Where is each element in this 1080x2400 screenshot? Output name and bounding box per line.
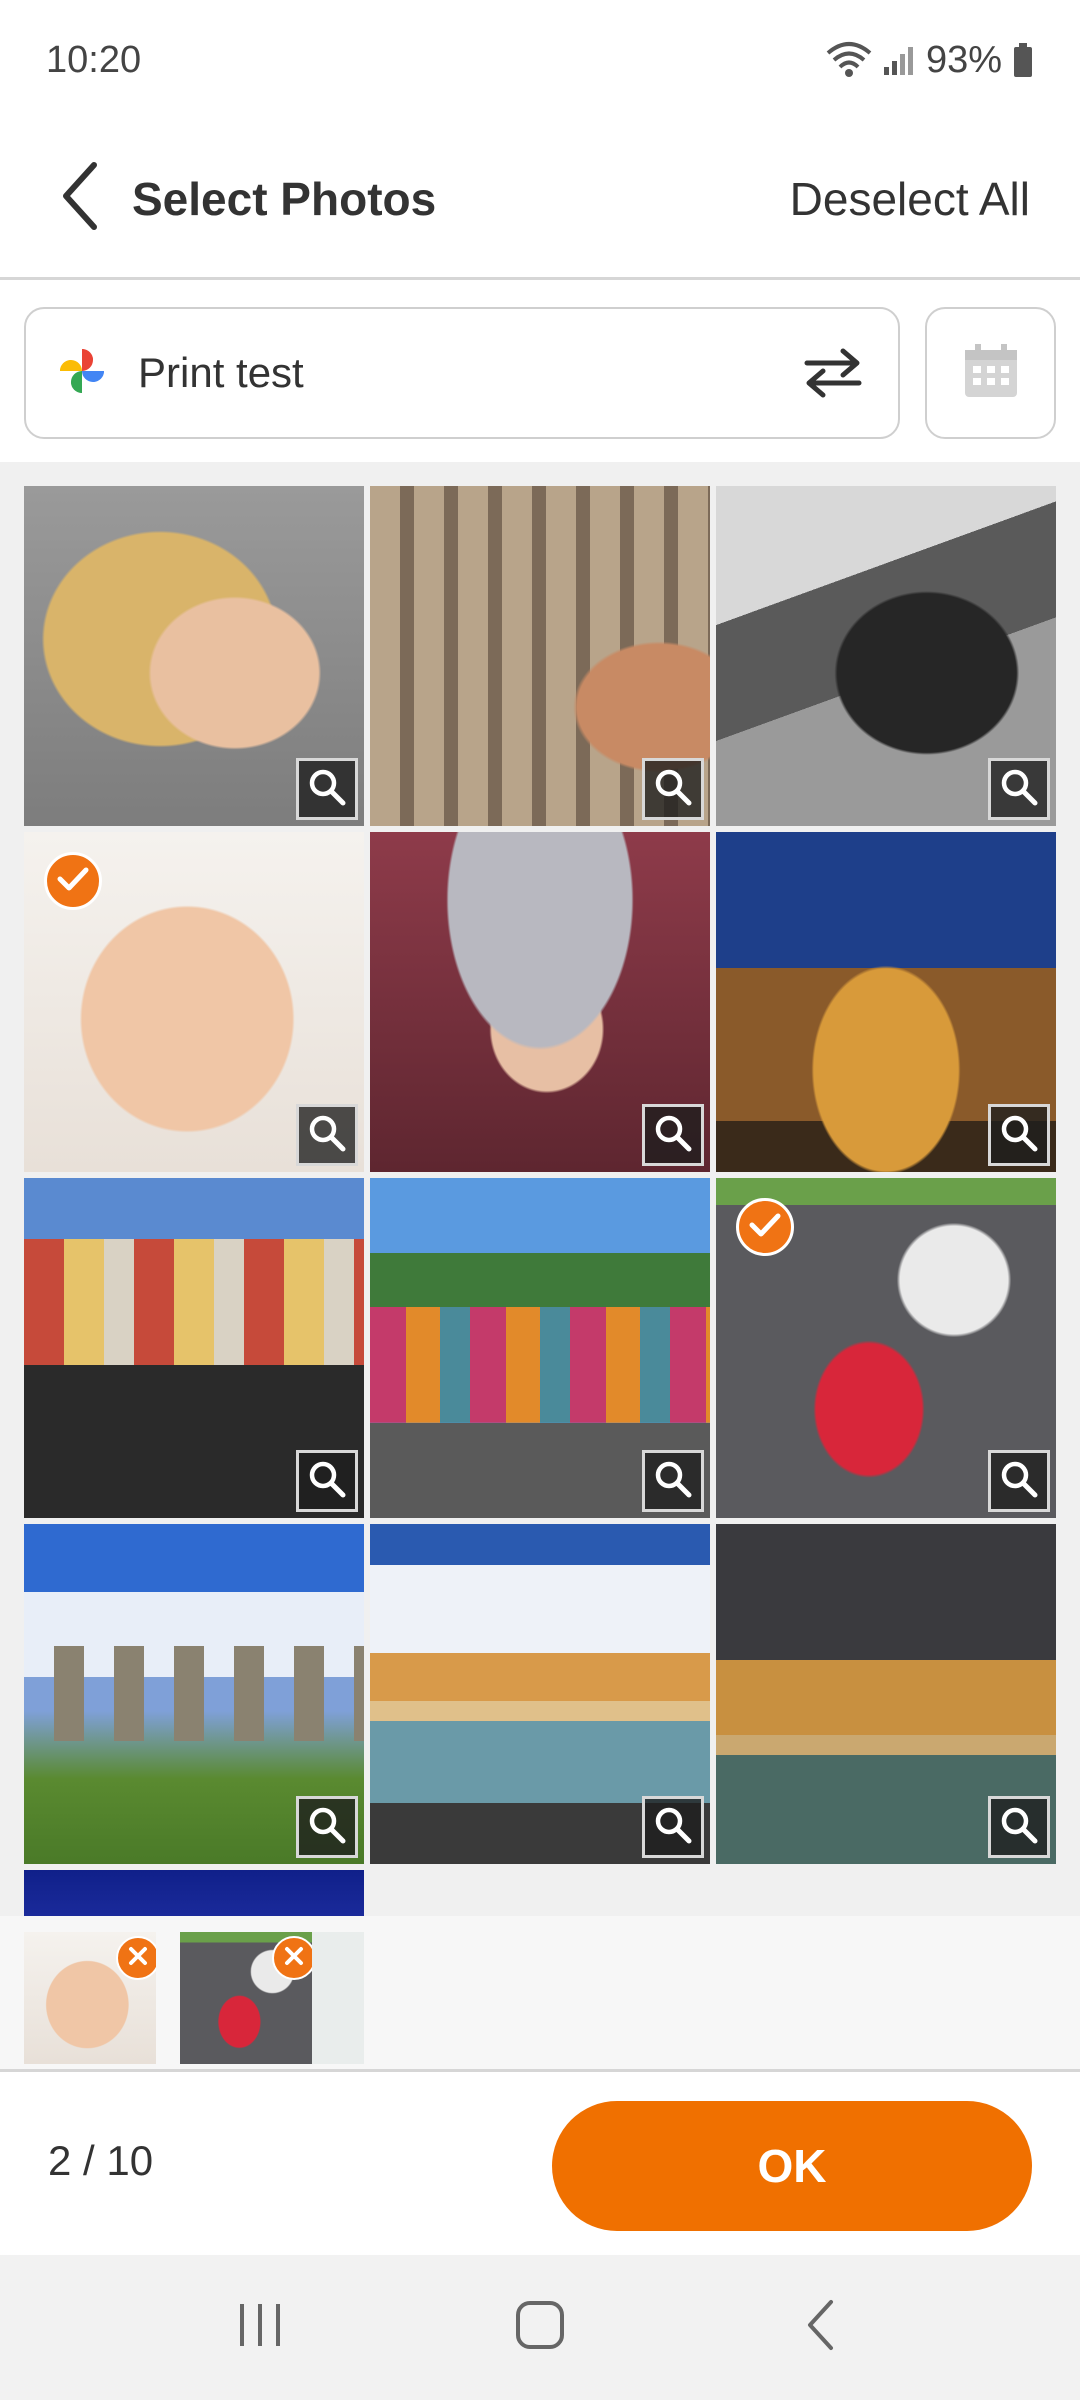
photo-tile-woman-in-hat[interactable] (370, 832, 710, 1172)
chevron-left-icon (805, 2299, 835, 2356)
selected-thumb-motorcycle-race[interactable] (180, 1932, 312, 2064)
album-selector[interactable]: Print test (24, 307, 900, 439)
ok-button[interactable]: OK (552, 2101, 1032, 2231)
app-header: Select Photos Deselect All (0, 120, 1080, 280)
deselect-all-button[interactable]: Deselect All (790, 172, 1030, 226)
selected-check-badge (44, 852, 102, 910)
calendar-button[interactable] (925, 307, 1056, 439)
battery-icon (1012, 42, 1034, 78)
wifi-icon (826, 41, 872, 79)
remove-selection-button[interactable] (116, 1936, 156, 1980)
zoom-button[interactable] (642, 1796, 704, 1858)
status-bar: 10:20 93% (0, 0, 1080, 120)
photo-tile-lit-palace[interactable] (716, 832, 1056, 1172)
magnifier-icon (653, 1459, 693, 1504)
photo-tile-steam-train[interactable] (716, 486, 1056, 826)
footer-bar: 2 / 10 OK (0, 2075, 1080, 2255)
zoom-button[interactable] (988, 758, 1050, 820)
zoom-button[interactable] (296, 1104, 358, 1166)
chevron-left-icon (60, 161, 100, 236)
zoom-button[interactable] (642, 758, 704, 820)
photo-tile-harbor-houses[interactable] (24, 1178, 364, 1518)
back-button[interactable] (30, 139, 130, 259)
home-button[interactable] (480, 2278, 600, 2378)
selected-thumb-baby-face[interactable] (24, 1932, 156, 2064)
photo-tile-partial[interactable] (24, 1870, 364, 1916)
photo-tile-beach-cliff-stormy[interactable] (716, 1524, 1056, 1864)
selection-count: 2 / 10 (48, 2137, 154, 2184)
zoom-button[interactable] (988, 1104, 1050, 1166)
zoom-button[interactable] (642, 1104, 704, 1166)
zoom-button[interactable] (988, 1450, 1050, 1512)
magnifier-icon (307, 1805, 347, 1850)
magnifier-icon (307, 767, 347, 812)
close-icon (127, 1945, 149, 1972)
photo-tile-stonehenge[interactable] (24, 1524, 364, 1864)
magnifier-icon (653, 1805, 693, 1850)
swap-arrows-icon[interactable] (798, 338, 868, 408)
photo-grid (0, 462, 1080, 1916)
check-icon (749, 1212, 781, 1243)
photo-tile-baby-face[interactable] (24, 832, 364, 1172)
magnifier-icon (999, 1805, 1039, 1850)
magnifier-icon (653, 767, 693, 812)
remove-selection-button[interactable] (272, 1936, 312, 1980)
nav-back-button[interactable] (760, 2278, 880, 2378)
photo-tile-gallery-painting[interactable] (370, 486, 710, 826)
zoom-button[interactable] (296, 758, 358, 820)
magnifier-icon (307, 1113, 347, 1158)
signal-icon (882, 43, 916, 77)
magnifier-icon (999, 1113, 1039, 1158)
selected-photos-tray (0, 1916, 1080, 2072)
recent-apps-icon (236, 2302, 284, 2353)
system-nav-bar (0, 2255, 1080, 2400)
calendar-icon (962, 342, 1020, 405)
photo-tile-graffiti-shack[interactable] (370, 1178, 710, 1518)
battery-percent: 93% (925, 38, 1002, 81)
selected-check-badge (736, 1198, 794, 1256)
page-title: Select Photos (132, 172, 437, 225)
recent-apps-button[interactable] (200, 2278, 320, 2378)
google-photos-icon (56, 345, 108, 402)
zoom-button[interactable] (642, 1450, 704, 1512)
tray-thumb-partial (312, 1932, 364, 2064)
status-time: 10:20 (46, 38, 142, 81)
status-icons: 93% (826, 39, 1034, 82)
close-icon (283, 1945, 305, 1972)
photo-tile-motorcycle-race[interactable] (716, 1178, 1056, 1518)
album-name: Print test (138, 349, 304, 396)
photo-tile-woman-portrait[interactable] (24, 486, 364, 826)
photo-tile-beach-cliff-sunny[interactable] (370, 1524, 710, 1864)
zoom-button[interactable] (296, 1796, 358, 1858)
magnifier-icon (307, 1459, 347, 1504)
magnifier-icon (999, 1459, 1039, 1504)
check-icon (57, 866, 89, 897)
magnifier-icon (999, 767, 1039, 812)
photo-image (24, 1870, 364, 1916)
zoom-button[interactable] (988, 1796, 1050, 1858)
home-icon (515, 2300, 565, 2355)
zoom-button[interactable] (296, 1450, 358, 1512)
magnifier-icon (653, 1113, 693, 1158)
